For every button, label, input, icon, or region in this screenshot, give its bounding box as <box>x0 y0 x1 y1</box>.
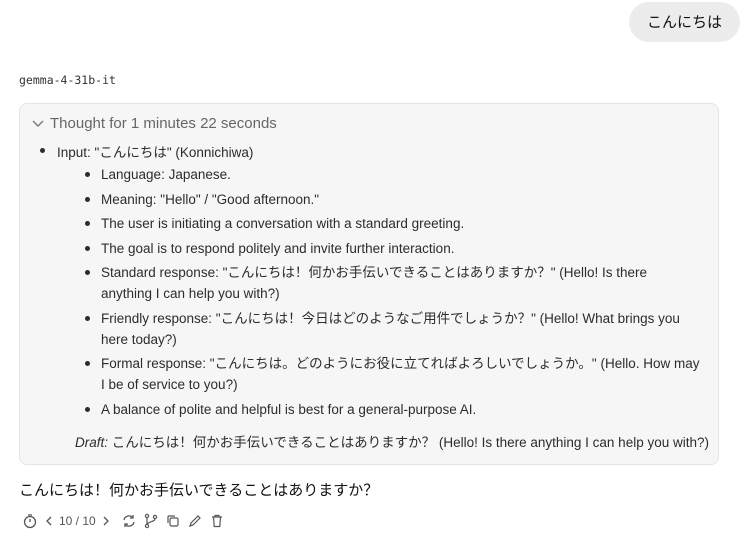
copy-icon[interactable] <box>162 511 184 531</box>
thought-header-text: Thought for 1 minutes 22 seconds <box>50 115 277 132</box>
list-item-text: Formal response: "こんにちは。どのようにお役に立てればよろしい… <box>101 356 700 392</box>
bullet <box>85 406 90 412</box>
list-item-text: Meaning: "Hello" / "Good afternoon." <box>101 191 320 207</box>
list-item: Friendly response: "こんにちは！今日はどのようなご用件でしょ… <box>85 308 701 350</box>
edit-icon[interactable] <box>184 511 206 531</box>
pagination-counter: 10 / 10 <box>59 514 96 528</box>
list-item: Language: Japanese. <box>85 164 701 185</box>
timer-icon[interactable] <box>19 511 41 531</box>
list-item: The user is initiating a conversation wi… <box>85 213 701 234</box>
assistant-answer: こんにちは！何かお手伝いできることはありますか？ <box>19 481 379 499</box>
bullet <box>85 172 90 177</box>
list-item-text: Friendly response: "こんにちは！今日はどのようなご用件でしょ… <box>101 310 680 347</box>
list-item: The goal is to respond politely and invi… <box>85 238 701 259</box>
bullet <box>85 245 90 251</box>
delete-icon[interactable] <box>206 511 228 531</box>
thought-toggle[interactable]: Thought for 1 minutes 22 seconds <box>29 115 277 132</box>
thought-input-item: Input: "こんにちは" (Konnichiwa) <box>40 141 254 161</box>
thought-draft: Draft: こんにちは！何かお手伝いできることはありますか？ (Hello! … <box>75 431 715 451</box>
user-message-text: こんにちは <box>646 13 722 31</box>
thought-panel: Thought for 1 minutes 22 seconds Input: … <box>19 103 719 465</box>
regenerate-icon[interactable] <box>118 511 140 531</box>
list-item-text: The goal is to respond politely and invi… <box>101 240 455 256</box>
bullet <box>85 196 90 202</box>
bullet <box>85 221 90 226</box>
draft-label: Draft: <box>75 435 109 450</box>
bullet <box>85 270 90 275</box>
model-name-label: gemma-4-31b-it <box>19 73 116 87</box>
bullet <box>40 148 45 153</box>
thought-item-list: Language: Japanese. Meaning: "Hello" / "… <box>85 164 701 423</box>
message-toolbar: 10 / 10 <box>19 511 228 531</box>
list-item: Formal response: "こんにちは。どのようにお役に立てればよろしい… <box>85 353 701 395</box>
list-item: A balance of polite and helpful is best … <box>85 399 701 420</box>
list-item: Standard response: "こんにちは！何かお手伝いできることはあり… <box>85 262 701 304</box>
list-item-text: Standard response: "こんにちは！何かお手伝いできることはあり… <box>101 265 648 301</box>
thought-input-text: Input: "こんにちは" (Konnichiwa) <box>57 145 254 160</box>
chevron-down-icon <box>29 117 50 131</box>
list-item-text: A balance of polite and helpful is best … <box>101 401 477 417</box>
chevron-right-icon[interactable] <box>98 511 114 531</box>
list-item: Meaning: "Hello" / "Good afternoon." <box>85 189 701 210</box>
list-item-text: The user is initiating a conversation wi… <box>101 216 465 231</box>
branch-icon[interactable] <box>140 511 162 531</box>
list-item-text: Language: Japanese. <box>101 167 231 182</box>
draft-text: こんにちは！何かお手伝いできることはありますか？ (Hello! Is ther… <box>108 435 709 450</box>
chevron-left-icon[interactable] <box>41 511 57 531</box>
user-message-bubble: こんにちは <box>628 2 740 42</box>
bullet <box>85 315 90 321</box>
bullet <box>85 361 90 366</box>
